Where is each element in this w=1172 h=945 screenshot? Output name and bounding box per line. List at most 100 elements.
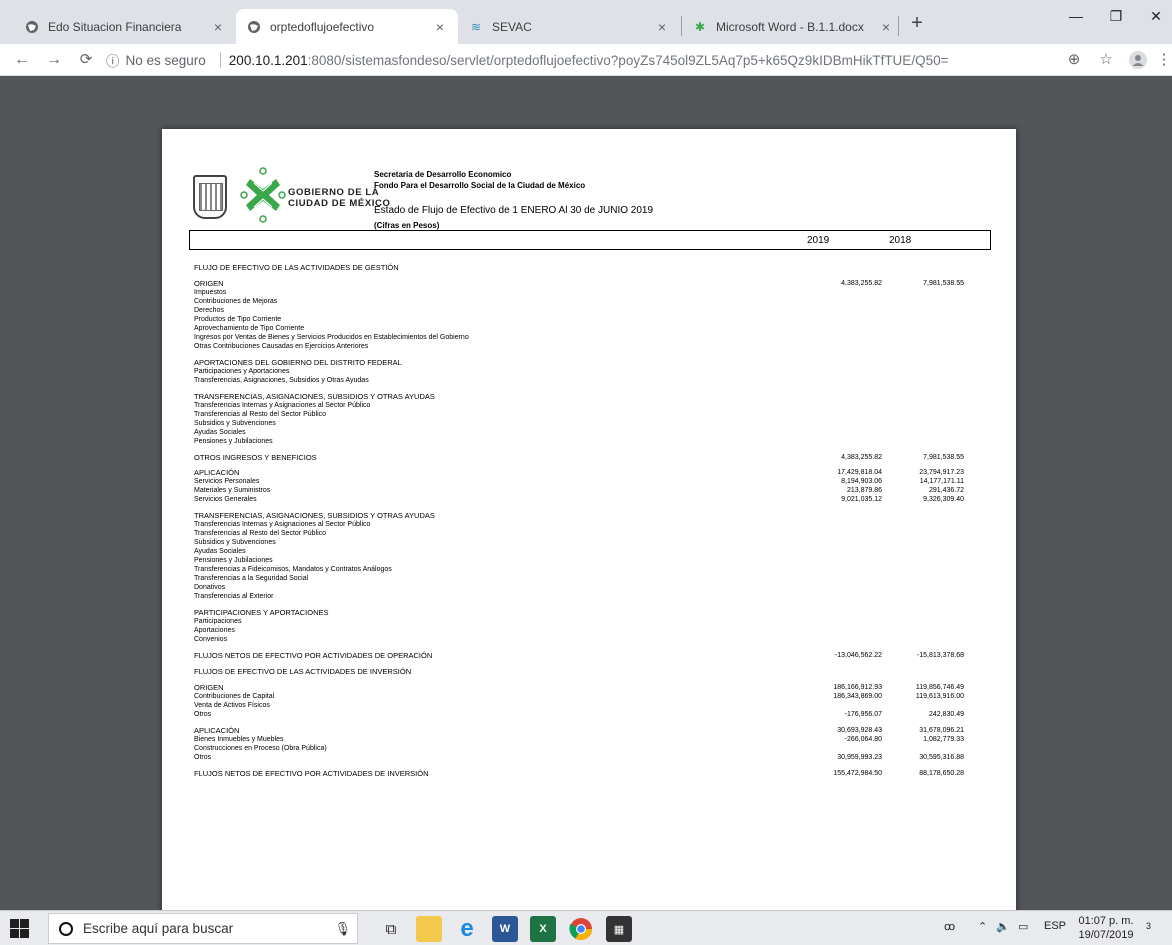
table-row: Otros -176,956.07 242,830.49	[194, 710, 994, 720]
profile-avatar-icon[interactable]	[1126, 48, 1150, 72]
close-icon[interactable]: ×	[432, 19, 448, 35]
table-row: Transferencias al Exterior	[194, 592, 994, 602]
value-2019: 4,383,255.82	[841, 454, 882, 461]
row-label: Otros	[194, 754, 212, 761]
table-row: FLUJOS NETOS DE EFECTIVO POR ACTIVIDADES…	[194, 651, 994, 661]
chrome-icon[interactable]	[568, 916, 594, 942]
fund-name: Fondo Para el Desarrollo Social de la Ci…	[374, 181, 586, 190]
url-host: 200.10.1.201	[228, 52, 308, 68]
value-2018: 88,178,650.28	[919, 770, 964, 777]
minimize-button[interactable]: —	[1056, 8, 1096, 24]
cortana-icon	[59, 921, 73, 936]
row-label: Otras Contribuciones Causadas en Ejercic…	[194, 343, 369, 350]
network-icon[interactable]: ▭	[1018, 920, 1028, 933]
tab-separator	[898, 16, 899, 36]
table-row: Convenios	[194, 635, 994, 645]
back-button[interactable]: ←	[10, 48, 34, 72]
info-icon[interactable]: ⓘ	[106, 50, 120, 70]
row-label: Convenios	[194, 636, 228, 643]
report-header: Secretaria de Desarrollo Economico Fondo…	[374, 169, 585, 191]
notifications-icon[interactable]: 3	[1146, 920, 1151, 932]
table-row: OTROS INGRESOS Y BENEFICIOS 4,383,255.82 7…	[194, 453, 994, 463]
row-label: OTROS INGRESOS Y BENEFICIOS	[194, 453, 317, 462]
tab-microsoft-word[interactable]: ✱ Microsoft Word - B.1.1.docx ×	[682, 9, 904, 44]
bookmark-star-icon[interactable]: ☆	[1094, 48, 1118, 72]
excel-icon[interactable]: X	[530, 916, 556, 942]
row-label: Pensiones y Jubilaciones	[194, 438, 273, 445]
table-row: Servicios Generales 9,021,035.12 9,326,309…	[194, 495, 994, 505]
value-2018: -15,813,378.68	[916, 652, 964, 659]
row-label: FLUJOS NETOS DE EFECTIVO POR ACTIVIDADES…	[194, 651, 433, 660]
sevac-logo-icon: ≋	[470, 19, 482, 34]
calculator-icon[interactable]: ▦	[606, 916, 632, 942]
report-subtitle: (Cifras en Pesos)	[374, 221, 440, 230]
value-2019: 9,021,035.12	[841, 496, 882, 503]
security-label[interactable]: No es seguro	[126, 53, 206, 68]
document-viewer[interactable]: GOBIERNO DE LA CIUDAD DE MÉXICO Secretar…	[0, 77, 1172, 910]
address-bar[interactable]: ⓘ No es seguro 200.10.1.201 :8080/sistem…	[106, 48, 1056, 72]
taskbar-search-box[interactable]: Escribe aquí para buscar 🎙	[48, 913, 358, 944]
cdmx-logo-icon: ✱	[694, 19, 706, 34]
people-icon[interactable]: ꝏ	[944, 920, 955, 933]
close-icon[interactable]: ×	[654, 19, 670, 35]
tab-edo-situacion[interactable]: Edo Situacion Financiera ×	[14, 9, 236, 44]
edge-browser-icon[interactable]: e	[454, 915, 480, 942]
microphone-icon[interactable]: 🎙	[334, 921, 351, 937]
close-icon[interactable]: ×	[210, 19, 226, 35]
file-explorer-icon[interactable]	[416, 916, 442, 942]
year-current: 2019	[807, 235, 830, 246]
table-row: Pensiones y Jubilaciones	[194, 437, 994, 447]
windows-start-icon[interactable]	[10, 919, 30, 939]
row-label: Transferencias al Exterior	[194, 593, 274, 600]
value-2018: 9,326,309.40	[923, 496, 964, 503]
browser-tab-strip: Edo Situacion Financiera × orptedoflujoe…	[0, 0, 1172, 44]
restore-button[interactable]: ❐	[1096, 8, 1136, 25]
address-divider	[219, 52, 221, 68]
table-row: Otras Contribuciones Causadas en Ejercic…	[194, 342, 994, 352]
cdmx-logo-icon	[240, 167, 286, 223]
menu-kebab-icon[interactable]: ⋮	[1152, 48, 1172, 72]
system-clock[interactable]: 01:07 p. m. 19/07/2019	[1074, 914, 1138, 942]
row-label: FLUJO DE EFECTIVO DE LAS ACTIVIDADES DE …	[194, 263, 399, 272]
tab-title: Microsoft Word - B.1.1.docx	[716, 19, 864, 34]
table-row: Transferencias, Asignaciones, Subsidios …	[194, 376, 994, 386]
word-icon[interactable]: W	[492, 916, 518, 942]
language-indicator[interactable]: ESP	[1044, 920, 1066, 932]
row-label: FLUJOS DE EFECTIVO DE LAS ACTIVIDADES DE…	[194, 667, 412, 676]
tab-title: SEVAC	[492, 19, 532, 34]
value-2019: 155,472,984.50	[833, 770, 882, 777]
tab-sevac[interactable]: ≋ SEVAC ×	[458, 9, 680, 44]
report-title: Estado de Flujo de Efectivo de 1 ENERO A…	[374, 205, 654, 216]
tab-orptedoflujoefectivo[interactable]: orptedoflujoefectivo ×	[236, 9, 458, 44]
new-tab-button[interactable]: +	[905, 12, 929, 35]
ministry-name: Secretaria de Desarrollo Economico	[374, 170, 512, 179]
show-hidden-icons-icon[interactable]: ⌃	[978, 920, 987, 933]
zoom-icon[interactable]: ⊕	[1062, 48, 1086, 72]
row-label: Otros	[194, 711, 212, 718]
globe-icon	[24, 19, 40, 35]
tab-title: orptedoflujoefectivo	[270, 19, 375, 34]
row-label: Servicios Generales	[194, 496, 257, 503]
close-window-button[interactable]: ✕	[1136, 8, 1172, 25]
value-2019: 30,959,993.23	[837, 754, 882, 761]
task-view-icon[interactable]: ⧉	[378, 916, 404, 942]
value-2018: 242,830.49	[928, 711, 964, 718]
url-path: :8080/sistemasfondeso/servlet/orptedoflu…	[307, 52, 949, 68]
tab-title: Edo Situacion Financiera	[48, 19, 182, 34]
reload-button[interactable]: ⟳	[74, 48, 98, 72]
browser-toolbar: ← → ⟳ ⓘ No es seguro 200.10.1.201 :8080/…	[0, 44, 1172, 76]
windows-taskbar: Escribe aquí para buscar 🎙 ⧉ e W X ▦ ꝏ ⌃…	[0, 910, 1172, 945]
clock-time: 01:07 p. m.	[1078, 915, 1134, 927]
clock-date: 19/07/2019	[1078, 929, 1134, 941]
value-2018: 7,981,538.55	[923, 454, 964, 461]
notification-badge: 3	[1146, 921, 1152, 931]
close-icon[interactable]: ×	[878, 19, 894, 35]
forward-button[interactable]: →	[42, 48, 66, 72]
row-label: FLUJOS NETOS DE EFECTIVO POR ACTIVIDADES…	[194, 769, 429, 778]
table-row: FLUJO DE EFECTIVO DE LAS ACTIVIDADES DE …	[194, 263, 994, 273]
value-2018: 30,595,316.88	[919, 754, 964, 761]
value-2019: -176,956.07	[844, 711, 882, 718]
speaker-icon[interactable]: 🔈	[996, 920, 1010, 933]
year-header-box	[189, 230, 991, 250]
table-row: FLUJOS NETOS DE EFECTIVO POR ACTIVIDADES…	[194, 769, 994, 779]
